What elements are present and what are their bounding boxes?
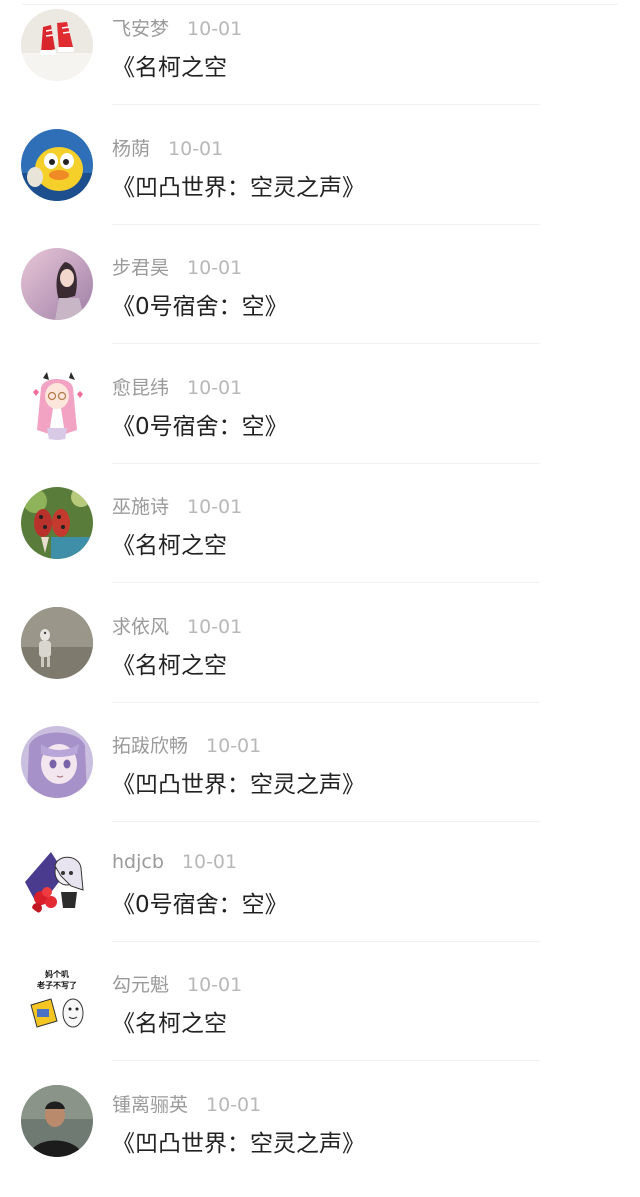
user-name[interactable]: 愈昆纬: [112, 377, 169, 399]
book-title[interactable]: 《名柯之空: [112, 646, 227, 680]
item-meta: 巫施诗 10-01: [112, 492, 242, 518]
user-name[interactable]: 锺离骊英: [112, 1094, 188, 1116]
list-item[interactable]: hdjcb 10-01 《0号宿舍：空》: [0, 837, 640, 957]
item-meta: 求依风 10-01: [112, 612, 242, 638]
pink-hair-anime-avatar-icon[interactable]: [21, 367, 93, 440]
post-date: 10-01: [168, 137, 224, 160]
user-name[interactable]: hdjcb: [112, 851, 164, 873]
roses-anime-avatar-icon[interactable]: [21, 845, 93, 918]
list-item[interactable]: 求依风 10-01 《名柯之空: [0, 598, 640, 718]
post-date: 10-01: [187, 376, 243, 399]
row-divider: [112, 223, 540, 225]
post-date: 10-01: [187, 257, 243, 279]
book-title[interactable]: 《凹凸世界：空灵之声》: [112, 168, 365, 202]
purple-anime-girl-avatar-icon[interactable]: [21, 726, 93, 798]
item-meta: 步君昊 10-01: [112, 253, 242, 279]
book-title[interactable]: 《0号宿舍：空》: [112, 407, 288, 441]
user-name[interactable]: 步君昊: [112, 257, 169, 279]
book-title[interactable]: 《0号宿舍：空》: [112, 885, 288, 919]
row-divider: [112, 1060, 540, 1061]
post-date: 10-01: [206, 735, 262, 757]
row-divider: [112, 821, 540, 822]
girl-portrait-avatar-icon[interactable]: [21, 248, 93, 320]
post-date: 10-01: [206, 1093, 262, 1116]
book-title[interactable]: 《名柯之空: [112, 1004, 227, 1038]
user-name[interactable]: 巫施诗: [112, 496, 169, 518]
book-title[interactable]: 《0号宿舍：空》: [112, 287, 288, 321]
row-divider: [112, 701, 540, 703]
meme-sticker-avatar-icon[interactable]: 妈个叽 老子不写了: [21, 965, 93, 1037]
list-item[interactable]: 步君昊 10-01 《0号宿舍：空》: [0, 239, 640, 359]
post-date: 10-01: [187, 974, 243, 996]
list-item[interactable]: 杨荫 10-01 《凹凸世界：空灵之声》: [0, 120, 640, 240]
user-name[interactable]: 飞安梦: [112, 18, 169, 40]
book-title[interactable]: 《凹凸世界：空灵之声》: [112, 765, 365, 799]
book-title[interactable]: 《名柯之空: [112, 526, 227, 560]
post-date: 10-01: [187, 18, 243, 40]
book-title[interactable]: 《凹凸世界：空灵之声》: [112, 1124, 365, 1158]
row-divider: [112, 104, 540, 105]
row-divider: [112, 582, 540, 583]
user-name[interactable]: 杨荫: [112, 138, 150, 160]
red-sneakers-avatar-icon[interactable]: [21, 9, 93, 81]
item-meta: 杨荫 10-01: [112, 134, 223, 160]
user-name[interactable]: 勾元魁: [112, 974, 169, 996]
list-item[interactable]: 飞安梦 10-01 《名柯之空: [0, 0, 640, 120]
item-meta: 拓跋欣畅 10-01: [112, 731, 261, 757]
meme-caption-line1: 妈个叽: [45, 969, 69, 979]
row-divider: [112, 462, 540, 464]
post-date: 10-01: [187, 615, 243, 638]
post-date: 10-01: [181, 850, 238, 873]
meme-caption-line2: 老子不写了: [36, 980, 77, 990]
man-photo-avatar-icon[interactable]: [21, 1084, 93, 1157]
user-name[interactable]: 求依风: [112, 616, 169, 638]
item-meta: 锺离骊英 10-01: [112, 1090, 261, 1116]
yellow-duck-avatar-icon[interactable]: [21, 128, 93, 201]
list-item[interactable]: 巫施诗 10-01 《名柯之空: [0, 478, 640, 598]
list-item[interactable]: 妈个叽 老子不写了 勾元魁 10-01 《名柯之空: [0, 956, 640, 1076]
item-meta: hdjcb 10-01: [112, 851, 237, 877]
item-meta: 飞安梦 10-01: [112, 14, 242, 40]
user-name[interactable]: 拓跋欣畅: [112, 735, 188, 757]
row-divider: [112, 940, 540, 942]
list-item[interactable]: 愈昆纬 10-01 《0号宿舍：空》: [0, 359, 640, 479]
row-divider: [112, 343, 540, 344]
figure-photo-avatar-icon[interactable]: [21, 606, 93, 679]
post-date: 10-01: [187, 496, 243, 518]
list-item[interactable]: 锺离骊英 10-01 《凹凸世界：空灵之声》: [0, 1076, 640, 1196]
item-meta: 愈昆纬 10-01: [112, 373, 242, 399]
item-meta: 勾元魁 10-01: [112, 970, 242, 996]
book-title[interactable]: 《名柯之空: [112, 48, 227, 82]
ladybug-shoes-avatar-icon[interactable]: [21, 487, 93, 559]
list-item[interactable]: 拓跋欣畅 10-01 《凹凸世界：空灵之声》: [0, 717, 640, 837]
